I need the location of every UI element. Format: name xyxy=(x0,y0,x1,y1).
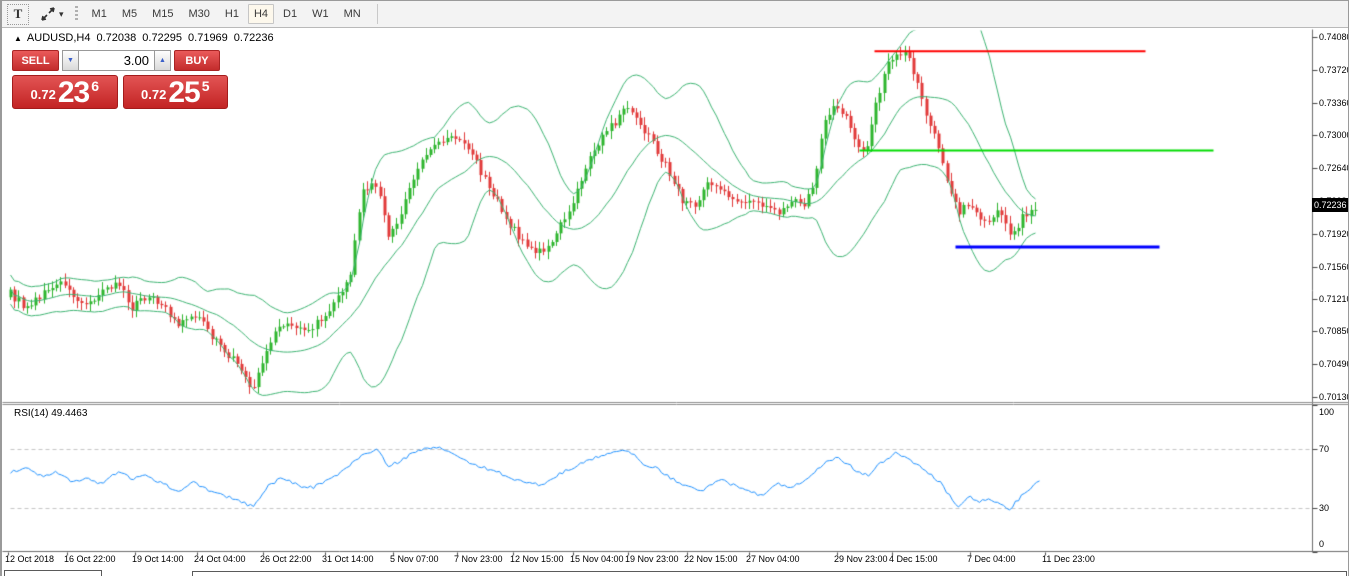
sell-price-tile[interactable]: 0.72 23 6 xyxy=(12,75,118,109)
time-axis-label: 12 Oct 2018 xyxy=(5,554,55,564)
price-axis-label: 0.72640 xyxy=(1319,163,1349,174)
close-value: 0.72236 xyxy=(233,32,274,44)
buy-price-tile[interactable]: 0.72 25 5 xyxy=(122,75,228,109)
buy-price-pip: 5 xyxy=(201,78,210,94)
time-axis-label: 29 Nov 23:00 xyxy=(834,554,888,564)
symbol-period-label: AUDUSD,H4 xyxy=(26,32,91,44)
low-value: 0.71969 xyxy=(188,32,228,44)
buy-price-big: 25 xyxy=(168,76,200,109)
arrows-tool-button[interactable]: ▾ xyxy=(37,4,67,25)
time-axis-label: 7 Nov 23:00 xyxy=(454,554,503,564)
timeframe-group: M1 M5 M15 M30 H1 H4 D1 W1 MN xyxy=(86,4,367,24)
one-click-trade-panel: SELL ▼ ▲ BUY 0.72 23 6 0.72 25 5 xyxy=(12,50,228,109)
time-axis-label: 5 Nov 07:00 xyxy=(390,554,439,564)
timeframe-button-m1[interactable]: M1 xyxy=(86,4,113,24)
sell-price-big: 23 xyxy=(57,76,90,109)
triangle-up-icon: ▲ xyxy=(159,57,166,64)
mt4-window: T ▾ M1 M5 M15 M30 H1 H4 D1 W1 MN ▲ AUDUSD,H4 0.720… xyxy=(0,0,1349,576)
timeframe-button-h1[interactable]: H1 xyxy=(219,4,245,24)
price-axis-label: 0.70490 xyxy=(1319,359,1349,370)
sell-button[interactable]: SELL xyxy=(12,50,59,71)
toolbar-separator xyxy=(376,4,378,24)
time-axis-label: 15 Nov 04:00 xyxy=(570,554,624,564)
time-axis-label: 19 Oct 14:00 xyxy=(132,554,184,564)
timeframe-button-m5[interactable]: M5 xyxy=(116,4,143,24)
price-axis-label: 0.70850 xyxy=(1319,326,1349,337)
price-axis-label: 0.71920 xyxy=(1319,228,1349,239)
timeframe-button-m15[interactable]: M15 xyxy=(146,4,179,24)
price-axis-label: 0.70130 xyxy=(1319,392,1349,402)
volume-decrease-button[interactable]: ▼ xyxy=(62,50,79,71)
rsi-value: 49.4463 xyxy=(51,408,88,419)
timeframe-button-mn[interactable]: MN xyxy=(338,4,367,24)
bottom-panel-edge xyxy=(4,570,102,576)
sell-price-prefix: 0.72 xyxy=(30,87,56,102)
collapse-arrow-icon[interactable]: ▲ xyxy=(14,34,22,43)
toolbar: T ▾ M1 M5 M15 M30 H1 H4 D1 W1 MN xyxy=(2,1,1348,28)
timeframe-button-m30[interactable]: M30 xyxy=(183,4,216,24)
bottom-panel-edge xyxy=(192,571,1347,576)
buy-price-prefix: 0.72 xyxy=(141,87,167,102)
rsi-axis-label: 100 xyxy=(1319,407,1335,417)
rsi-axis-label: 30 xyxy=(1319,502,1330,513)
buy-button[interactable]: BUY xyxy=(174,50,220,71)
time-axis-label: 24 Oct 04:00 xyxy=(194,554,246,564)
chart-title: ▲ AUDUSD,H4 0.72038 0.72295 0.71969 0.72236 xyxy=(14,32,274,44)
time-axis-label: 7 Dec 04:00 xyxy=(967,554,1016,564)
price-axis-label: 0.71560 xyxy=(1319,261,1349,272)
text-tool-button[interactable]: T xyxy=(7,3,29,25)
time-axis-label: 31 Oct 14:00 xyxy=(322,554,374,564)
time-axis-label: 19 Nov 23:00 xyxy=(625,554,679,564)
volume-increase-button[interactable]: ▲ xyxy=(154,50,171,71)
rsi-axis-label: 70 xyxy=(1319,444,1330,455)
price-axis-label: 0.74080 xyxy=(1319,32,1349,42)
sell-price-pip: 6 xyxy=(91,78,99,94)
high-value: 0.72295 xyxy=(142,32,183,44)
rsi-indicator-label: RSI(14) 49.4463 xyxy=(14,408,87,419)
price-axis-label: 0.71210 xyxy=(1319,293,1349,304)
chevron-down-icon: ▾ xyxy=(59,8,64,19)
time-axis-label: 16 Oct 22:00 xyxy=(64,554,116,564)
timeframe-button-w1[interactable]: W1 xyxy=(306,4,335,24)
time-axis-label: 12 Nov 15:00 xyxy=(510,554,564,564)
volume-input[interactable] xyxy=(79,50,154,71)
timeframe-button-h4[interactable]: H4 xyxy=(247,4,275,24)
arrows-icon xyxy=(41,7,55,21)
time-axis-label: 26 Oct 22:00 xyxy=(260,554,312,564)
price-axis-label: 0.73720 xyxy=(1319,64,1349,75)
time-axis-label: 22 Nov 15:00 xyxy=(684,554,738,564)
price-axis-label: 0.73000 xyxy=(1319,130,1349,141)
timeframe-button-d1[interactable]: D1 xyxy=(277,4,303,24)
price-axis-label: 0.73360 xyxy=(1319,97,1349,108)
triangle-down-icon: ▼ xyxy=(67,57,74,64)
open-value: 0.72038 xyxy=(96,32,137,44)
text-tool-icon: T xyxy=(13,6,23,21)
time-axis-label: 11 Dec 23:00 xyxy=(1042,554,1095,564)
time-axis-label: 27 Nov 04:00 xyxy=(746,554,800,564)
rsi-axis-label: 0 xyxy=(1319,539,1325,549)
current-price-tag: 0.72236 xyxy=(1312,198,1348,213)
toolbar-grip[interactable] xyxy=(74,6,78,22)
time-axis-label: 4 Dec 15:00 xyxy=(889,554,938,564)
rsi-name: RSI(14) xyxy=(14,408,49,419)
